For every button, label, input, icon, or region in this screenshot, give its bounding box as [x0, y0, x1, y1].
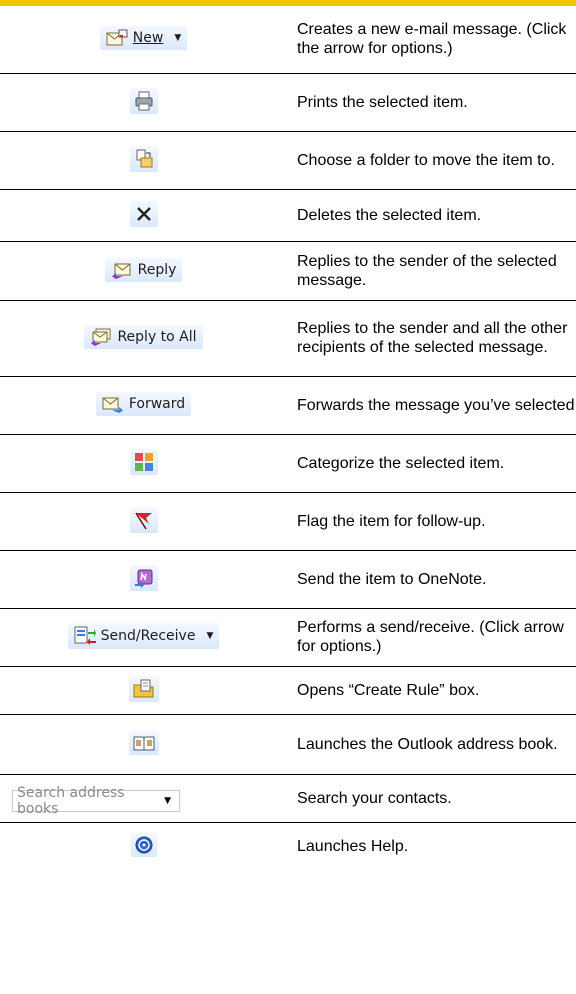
table-row: Reply to All Replies to the sender and a… — [0, 300, 576, 377]
printer-icon — [134, 91, 154, 111]
row-description: Replies to the sender of the selected me… — [287, 241, 576, 301]
forward-button[interactable]: Forward — [95, 392, 192, 416]
row-description: Prints the selected item. — [287, 73, 576, 132]
send-receive-button-label: Send/Receive — [100, 628, 196, 644]
table-row: Launches the Outlook address book. — [0, 714, 576, 775]
flag-icon — [134, 510, 154, 530]
reply-icon — [111, 261, 133, 279]
reply-button[interactable]: Reply — [104, 257, 183, 282]
table-row: Send/Receive ▼ Performs a send/receive. … — [0, 608, 576, 667]
categorize-button[interactable] — [129, 449, 158, 475]
delete-button[interactable] — [129, 201, 158, 227]
row-description: Performs a send/receive. (Click arrow fo… — [287, 608, 576, 667]
table-row: Search address books ▼ Search your conta… — [0, 774, 576, 823]
reply-all-icon — [90, 328, 112, 346]
forward-icon — [102, 395, 124, 413]
table-row: New ▼ Creates a new e-mail message. (Cli… — [0, 6, 576, 74]
reply-to-all-button-label: Reply to All — [117, 329, 197, 345]
table-row: Choose a folder to move the item to. — [0, 131, 576, 190]
create-rule-icon — [133, 679, 155, 699]
address-book-button[interactable] — [128, 731, 159, 755]
reply-button-label: Reply — [137, 261, 177, 278]
reply-to-all-button[interactable]: Reply to All — [84, 325, 203, 349]
table-row: Flag the item for follow-up. — [0, 492, 576, 551]
onenote-icon — [134, 568, 154, 588]
row-description: Launches Help. — [297, 837, 409, 855]
print-button[interactable] — [129, 88, 158, 114]
chevron-down-icon[interactable]: ▼ — [164, 796, 171, 806]
dropdown-arrow-icon[interactable]: ▼ — [206, 631, 213, 641]
row-description: Deletes the selected item. — [287, 189, 576, 242]
table-row: Send the item to OneNote. — [0, 550, 576, 609]
search-placeholder: Search address books — [17, 785, 125, 817]
row-description: Categorize the selected item. — [287, 434, 576, 493]
search-address-books-input[interactable]: Search address books ▼ — [12, 785, 180, 817]
send-receive-icon — [74, 626, 96, 646]
new-mail-icon — [106, 29, 128, 47]
table-row: Reply Replies to the sender of the selec… — [0, 241, 576, 301]
dropdown-arrow-icon[interactable]: ▼ — [174, 33, 181, 43]
table-row: Categorize the selected item. — [0, 434, 576, 493]
new-button[interactable]: New ▼ — [99, 26, 188, 51]
table-row: Opens “Create Rule” box. — [0, 666, 576, 715]
table-row: Launches Help. — [0, 822, 576, 870]
row-description: Replies to the sender and all the other … — [287, 300, 576, 377]
create-rule-button[interactable] — [128, 676, 159, 702]
row-description: Flag the item for follow-up. — [287, 492, 576, 551]
move-to-folder-button[interactable] — [129, 146, 158, 172]
row-description: Send the item to OneNote. — [287, 550, 576, 609]
help-button[interactable] — [130, 833, 157, 858]
send-receive-button[interactable]: Send/Receive ▼ — [67, 623, 220, 649]
delete-x-icon — [134, 204, 154, 224]
new-button-label: New — [132, 30, 164, 47]
table-row: Deletes the selected item. — [0, 189, 576, 242]
row-description: Launches the Outlook address book. — [287, 714, 576, 775]
row-description: Forwards the message you’ve selected. — [287, 376, 576, 435]
toolbar-reference-table: New ▼ Creates a new e-mail message. (Cli… — [0, 6, 576, 870]
move-to-folder-icon — [134, 149, 154, 169]
help-icon — [135, 836, 153, 854]
follow-up-flag-button[interactable] — [129, 507, 158, 533]
table-row: Forward Forwards the message you’ve sele… — [0, 376, 576, 435]
categorize-icon — [134, 452, 154, 472]
send-to-onenote-button[interactable] — [129, 565, 158, 591]
row-description: Choose a folder to move the item to. — [287, 131, 576, 190]
table-row: Prints the selected item. — [0, 73, 576, 132]
forward-button-label: Forward — [128, 396, 186, 412]
address-book-icon — [133, 734, 155, 752]
row-description: Creates a new e-mail message. (Click the… — [287, 6, 576, 74]
row-description: Opens “Create Rule” box. — [287, 666, 576, 715]
row-description: Search your contacts. — [287, 774, 576, 823]
